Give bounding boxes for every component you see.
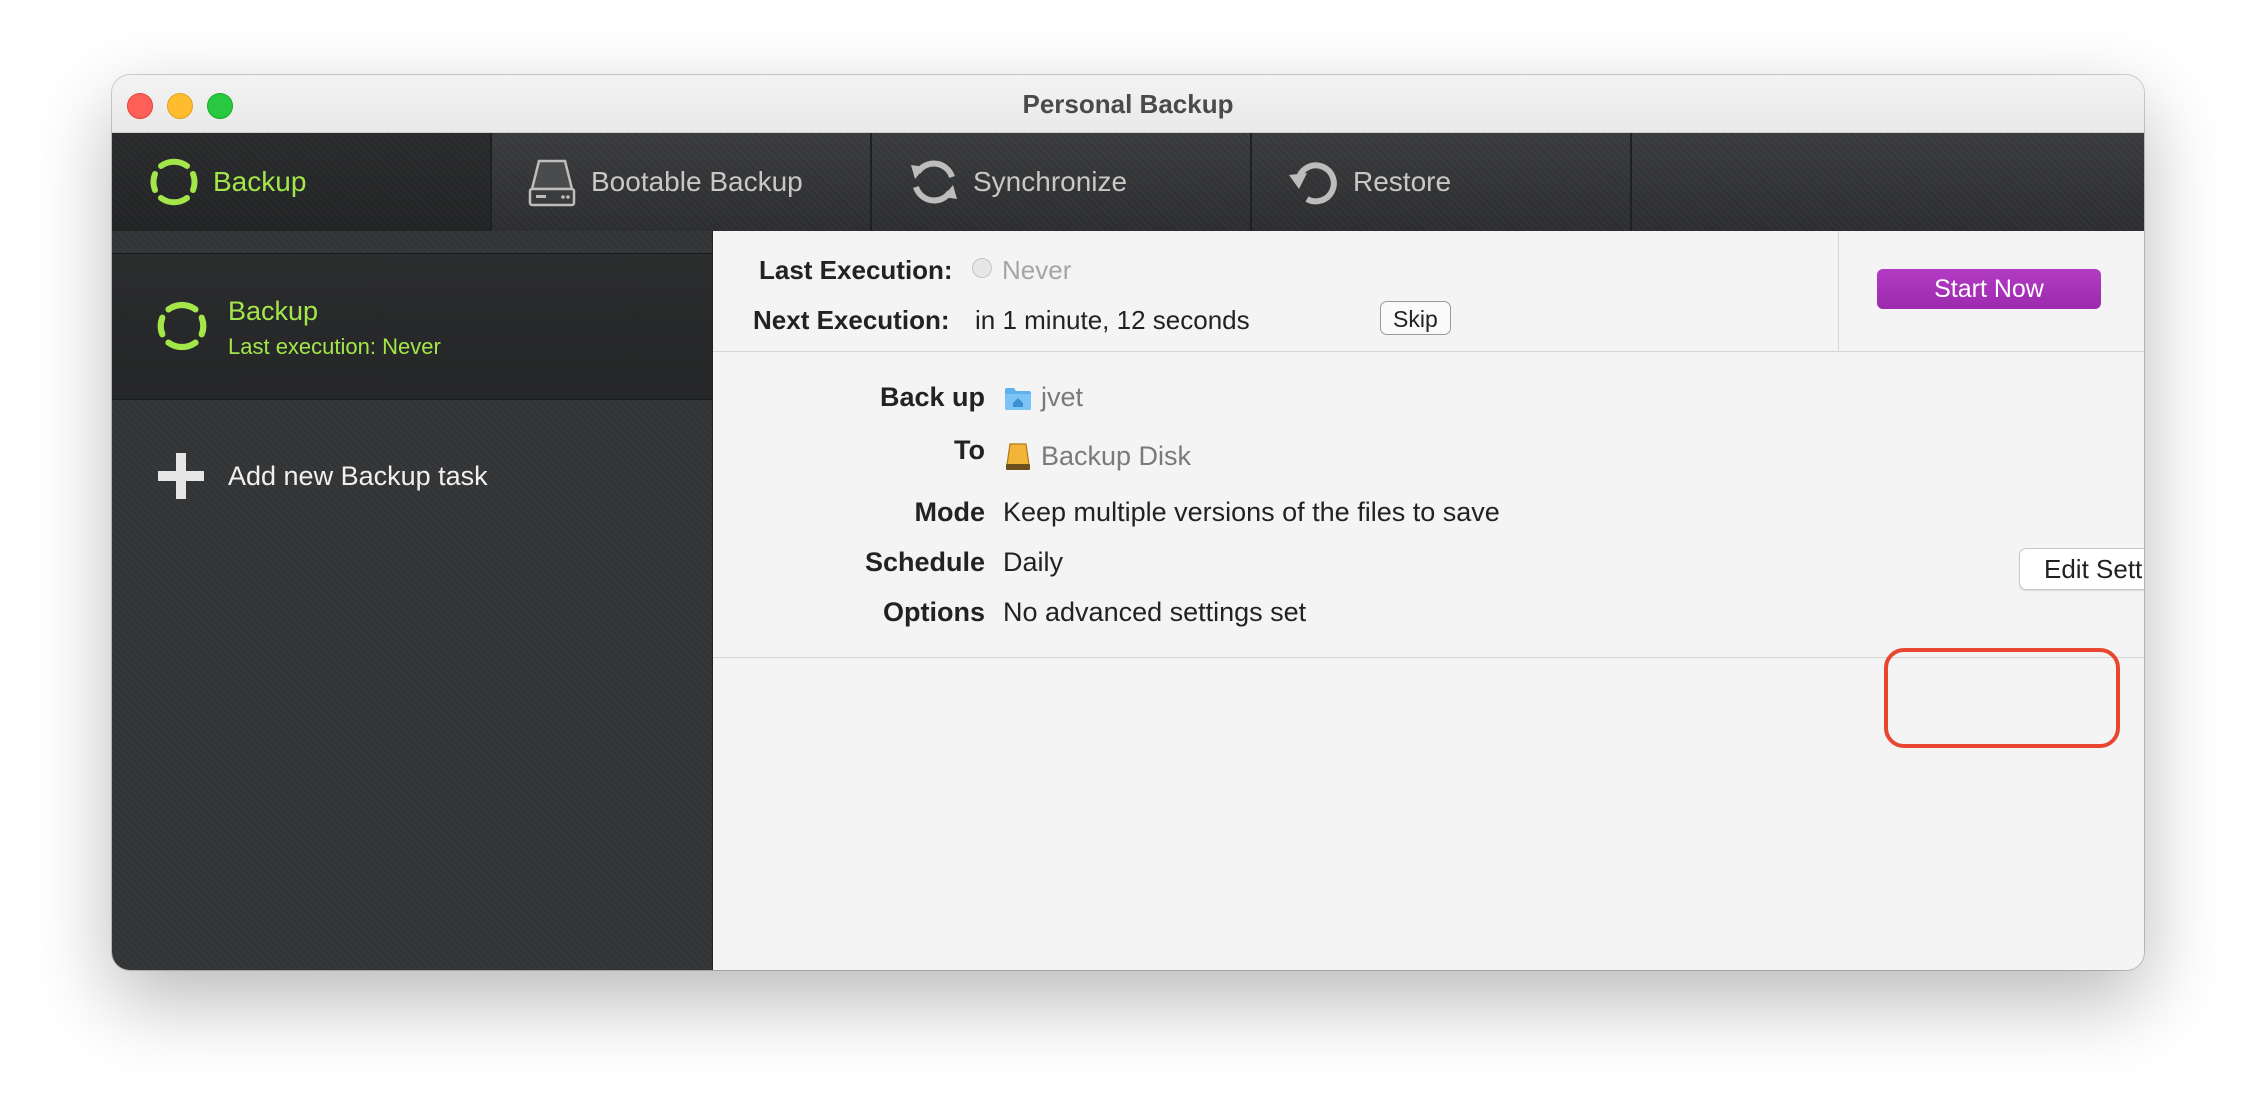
tab-backup[interactable]: Backup: [112, 133, 492, 231]
mode-value: Keep multiple versions of the files to s…: [1003, 497, 1500, 527]
mode-label: Mode: [914, 497, 986, 527]
backup-destination-value[interactable]: Backup Disk: [1003, 441, 1191, 472]
backup-source-value[interactable]: jvet: [1003, 382, 1083, 413]
add-backup-task-button[interactable]: Add new Backup task: [158, 453, 488, 499]
task-item-backup[interactable]: Backup Last execution: Never: [112, 253, 712, 400]
tab-label: Restore: [1353, 166, 1452, 197]
start-now-button[interactable]: Start Now: [1877, 269, 2101, 309]
backup-destination-row: To Backup Disk: [713, 435, 2144, 481]
schedule-label: Schedule: [864, 547, 985, 577]
skip-button[interactable]: Skip: [1380, 301, 1451, 335]
status-dot-icon: [972, 258, 992, 278]
next-execution-label: Next Execution:: [753, 305, 950, 335]
restore-icon: [1289, 162, 1337, 205]
title-bar: Personal Backup: [112, 75, 2144, 133]
tab-label: Backup: [213, 166, 307, 197]
tab-restore[interactable]: Restore: [1252, 133, 1632, 231]
backup-destination-label: To: [954, 435, 985, 465]
window-title: Personal Backup: [1022, 89, 1234, 119]
backup-source-label: Back up: [879, 382, 985, 412]
start-area: Start Now: [1838, 231, 2144, 351]
drive-icon: [528, 159, 576, 207]
tab-label: Synchronize: [973, 166, 1128, 197]
sync-icon: [911, 160, 957, 204]
home-folder-icon: [1005, 387, 1031, 410]
task-name: Backup: [228, 296, 319, 326]
execution-bar: Last Execution: Never Next Execution: in…: [713, 231, 2144, 352]
options-row: Options No advanced settings set: [713, 597, 2144, 637]
disk-icon: [1006, 442, 1030, 470]
mode-row: Mode Keep multiple versions of the files…: [713, 497, 2144, 537]
edit-settings-button[interactable]: Edit Settings: [2019, 548, 2144, 590]
backup-ring-icon: [157, 301, 207, 351]
add-task-label: Add new Backup task: [228, 460, 488, 491]
task-detail-panel: Last Execution: Never Next Execution: in…: [713, 231, 2144, 970]
app-window: Personal Backup Backup Bootable Backup S…: [112, 75, 2144, 970]
tab-bar: Backup Bootable Backup Synchronize Resto…: [112, 133, 2144, 231]
tab-synchronize[interactable]: Synchronize: [872, 133, 1252, 231]
schedule-value: Daily: [1003, 547, 1064, 577]
plus-icon: [158, 453, 204, 499]
tab-bootable-backup[interactable]: Bootable Backup: [492, 133, 872, 231]
backup-destination-text: Backup Disk: [1041, 441, 1192, 471]
task-sidebar: Backup Last execution: Never Add new Bac…: [112, 231, 713, 970]
options-value: No advanced settings set: [1003, 597, 1307, 627]
tab-label: Bootable Backup: [591, 166, 803, 197]
last-execution-value: Never: [1002, 255, 1072, 285]
backup-source-row: Back up jvet: [713, 382, 2144, 422]
task-last-execution: Last execution: Never: [228, 334, 441, 359]
task-details: Back up jvet To Backup Disk Mode Keep mu…: [713, 352, 2144, 658]
backup-ring-icon: [150, 158, 198, 206]
schedule-row: Schedule Daily: [713, 547, 2144, 587]
options-label: Options: [883, 597, 985, 627]
backup-source-text: jvet: [1041, 382, 1084, 412]
next-execution-value: in 1 minute, 12 seconds: [975, 305, 1250, 335]
last-execution-label: Last Execution:: [759, 255, 953, 285]
